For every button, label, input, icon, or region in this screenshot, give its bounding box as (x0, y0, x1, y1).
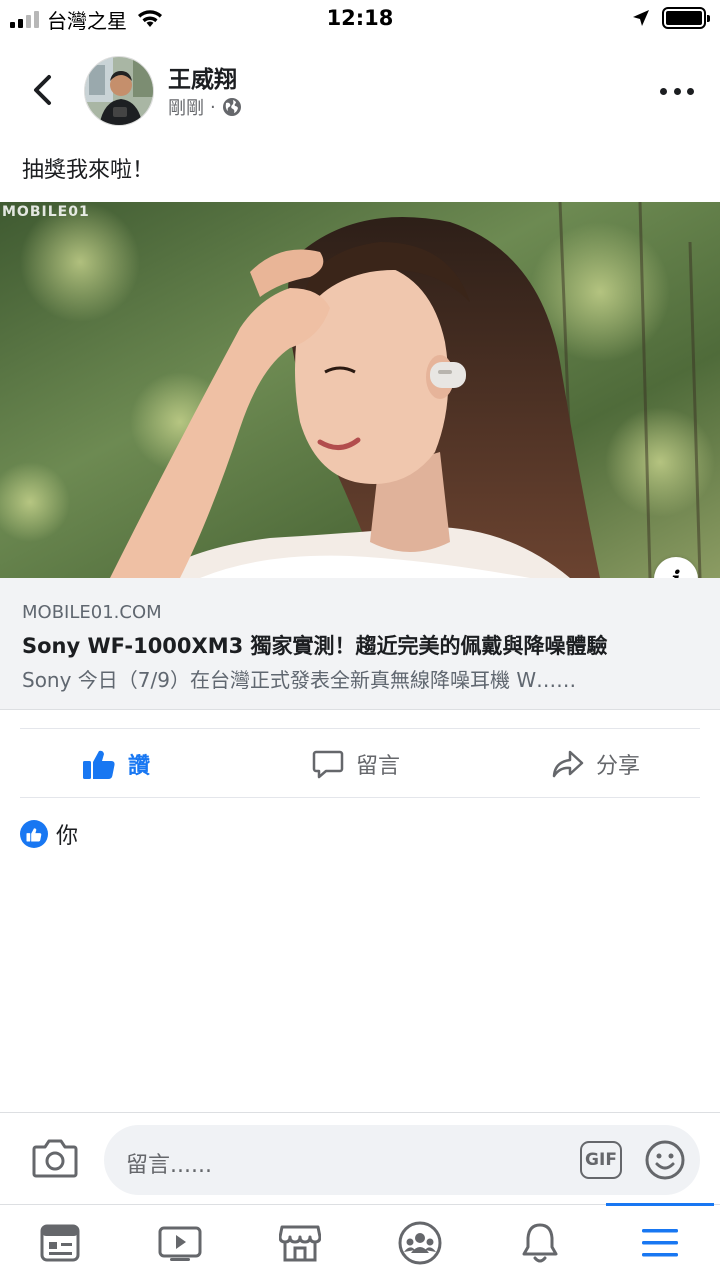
tab-groups[interactable] (360, 1205, 480, 1280)
author-avatar[interactable] (84, 56, 154, 126)
link-preview-image[interactable]: MOBILE01 (0, 202, 720, 578)
comment-placeholder: 留言...... (126, 1153, 212, 1178)
comment-composer: 留言...... GIF (0, 1112, 720, 1204)
like-label: 讚 (128, 754, 151, 779)
more-options-button[interactable] (660, 76, 694, 106)
post-text: 抽獎我來啦！ (22, 158, 155, 183)
actions-top-divider (20, 728, 700, 729)
comment-button[interactable]: 留言 (312, 730, 400, 798)
share-icon (552, 750, 584, 778)
tab-watch[interactable] (120, 1205, 240, 1280)
meta-separator: · (210, 96, 216, 118)
reactions-text: 你 (56, 824, 79, 849)
gif-button[interactable]: GIF (580, 1141, 622, 1179)
smiley-icon (645, 1140, 685, 1180)
tab-news-feed[interactable] (0, 1205, 120, 1280)
action-bar: 讚 留言 分享 (0, 730, 720, 798)
link-domain: MOBILE01.COM (22, 602, 162, 623)
thumbs-up-icon (83, 750, 115, 779)
watch-icon (158, 1226, 202, 1261)
tab-marketplace[interactable] (240, 1205, 360, 1280)
actions-bottom-divider (20, 797, 700, 798)
tab-menu[interactable] (600, 1203, 720, 1280)
tab-notifications[interactable] (480, 1205, 600, 1280)
link-title: Sony WF-1000XM3 獨家實測！趨近完美的佩戴與降噪體驗 (22, 634, 608, 658)
clock: 12:18 (326, 6, 394, 30)
post-header: 王威翔 剛剛 · (0, 50, 720, 130)
back-button[interactable] (24, 68, 60, 112)
more-horizontal-icon (660, 87, 667, 95)
reactions-summary[interactable]: 你 (20, 818, 78, 850)
chevron-left-icon (34, 75, 51, 105)
share-button[interactable]: 分享 (552, 730, 640, 798)
globe-icon (222, 98, 241, 116)
status-bar: 台灣之星 12:18 (0, 0, 720, 40)
author-name[interactable]: 王威翔 (168, 60, 237, 94)
link-description: Sony 今日（7/9）在台灣正式發表全新真無線降噪耳機 W…… (22, 668, 577, 692)
bottom-tab-bar (0, 1203, 720, 1280)
notifications-icon (522, 1223, 558, 1263)
battery-icon (662, 7, 710, 29)
camera-button[interactable] (32, 1137, 78, 1183)
watermark-logo: MOBILE01 (2, 204, 90, 220)
comment-label: 留言 (356, 754, 401, 779)
comment-icon (312, 750, 344, 779)
status-right (632, 7, 710, 29)
location-arrow-icon (633, 10, 649, 26)
menu-icon (642, 1229, 678, 1257)
camera-icon (32, 1139, 78, 1178)
post-timestamp[interactable]: 剛剛 (168, 94, 204, 120)
emoji-button[interactable] (644, 1139, 686, 1181)
post-meta: 剛剛 · (168, 94, 242, 120)
link-preview-card[interactable]: MOBILE01.COM Sony WF-1000XM3 獨家實測！趨近完美的佩… (0, 578, 720, 710)
marketplace-icon (279, 1225, 321, 1262)
comment-input[interactable]: 留言...... GIF (104, 1125, 700, 1195)
share-label: 分享 (596, 754, 641, 779)
like-button[interactable]: 讚 (82, 730, 150, 798)
groups-icon (398, 1221, 442, 1265)
like-reaction-icon (20, 820, 48, 848)
news-feed-icon (40, 1224, 80, 1262)
